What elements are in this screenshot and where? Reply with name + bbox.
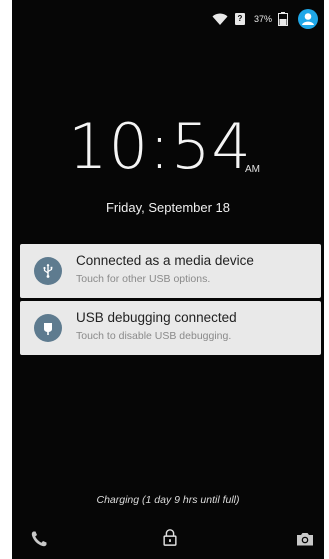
notification-subtitle: Touch to disable USB debugging. (76, 330, 232, 342)
notification-subtitle: Touch for other USB options. (76, 273, 211, 285)
phone-icon[interactable] (30, 530, 48, 548)
charging-status: Charging (1 day 9 hrs until full) (96, 494, 240, 506)
usb-icon (34, 257, 62, 285)
clock-ampm: AM (245, 164, 260, 175)
sim-icon: ? (235, 13, 245, 25)
clock-time: 10:54 (68, 110, 252, 183)
notification-usb-debugging[interactable]: USB debugging connected Touch to disable… (20, 301, 321, 355)
battery-percent: 37% (254, 14, 273, 24)
lock-icon[interactable] (161, 528, 179, 546)
lockscreen: ? 37% 10:54 AM Friday, September 18 Conn… (12, 0, 324, 559)
debug-icon (34, 314, 62, 342)
clock: 10:54 AM (12, 112, 324, 182)
status-bar: ? 37% (12, 0, 324, 36)
notification-media-device[interactable]: Connected as a media device Touch for ot… (20, 244, 321, 298)
date-text: Friday, September 18 (105, 200, 231, 215)
camera-icon[interactable] (296, 530, 314, 548)
notification-title: USB debugging connected (76, 310, 237, 325)
user-avatar-icon[interactable] (298, 9, 318, 29)
notification-title: Connected as a media device (76, 253, 254, 268)
battery-charging-icon (278, 12, 288, 26)
wifi-icon (212, 13, 228, 25)
